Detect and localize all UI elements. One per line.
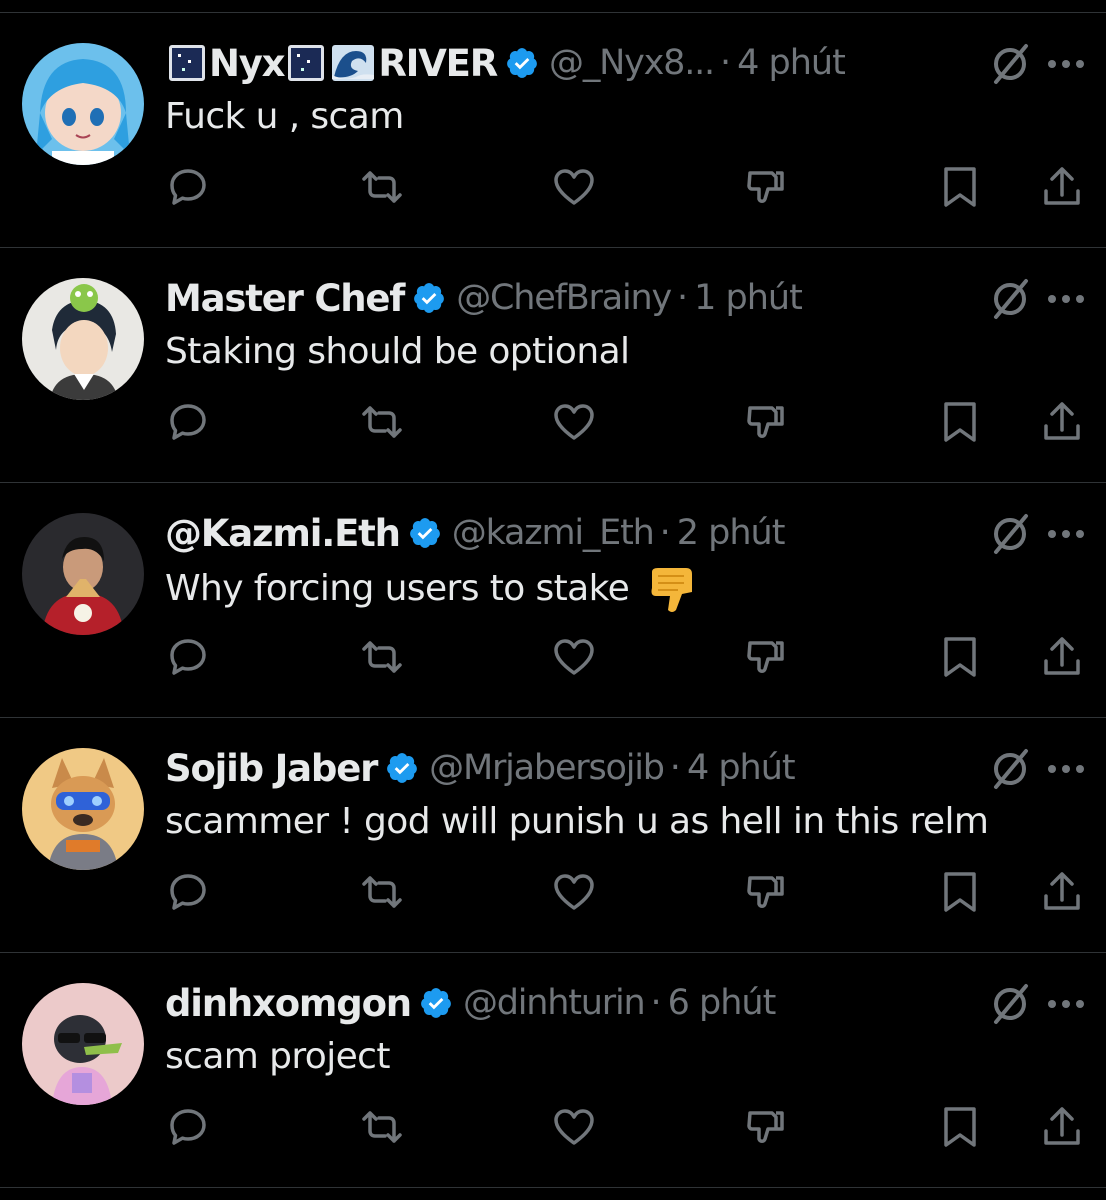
verified-badge-icon: [409, 518, 440, 548]
tweet-text: Why forcing users to stake: [165, 566, 704, 614]
verified-badge-icon: [507, 48, 537, 78]
action-bar: [0, 870, 1106, 914]
handle[interactable]: @Mrjabersojib: [429, 748, 665, 788]
dislike-icon[interactable]: [744, 870, 788, 914]
tweet-text: Fuck u , scam: [165, 96, 404, 137]
grok-icon[interactable]: [988, 277, 1032, 321]
tweet[interactable]: dinhxomgon @dinhturin · 6 phút scam proj…: [0, 953, 1106, 1188]
display-name[interactable]: @Kazmi.Eth: [165, 512, 401, 555]
repost-icon[interactable]: [360, 870, 404, 914]
avatar[interactable]: [22, 513, 144, 635]
handle[interactable]: @dinhturin: [463, 983, 646, 1023]
reply-feed: Nyx RIVER @_Nyx8... · 4 phút Fuck u , sc…: [0, 0, 1106, 1200]
tweet-header: Sojib Jaber @Mrjabersojib · 4 phút: [165, 745, 1086, 791]
avatar[interactable]: [22, 748, 144, 870]
bookmark-icon[interactable]: [938, 165, 982, 209]
verified-badge-icon: [421, 988, 451, 1018]
thumbs-down-emoji: [651, 568, 692, 612]
verified-badge-icon: [387, 753, 418, 783]
tweet[interactable]: Nyx RIVER @_Nyx8... · 4 phút Fuck u , sc…: [0, 13, 1106, 248]
share-icon[interactable]: [1040, 870, 1084, 914]
bookmark-icon[interactable]: [938, 635, 982, 679]
share-icon[interactable]: [1040, 165, 1084, 209]
repost-icon[interactable]: [360, 165, 404, 209]
action-bar: [0, 400, 1106, 444]
handle[interactable]: @ChefBrainy: [456, 278, 672, 318]
tweet[interactable]: @Kazmi.Eth @kazmi_Eth · 2 phút Why forci…: [0, 483, 1106, 718]
bookmark-icon[interactable]: [938, 400, 982, 444]
share-icon[interactable]: [1040, 1105, 1084, 1149]
display-name[interactable]: Nyx: [209, 42, 286, 85]
action-bar: [0, 1105, 1106, 1149]
action-bar: [0, 635, 1106, 679]
dislike-icon[interactable]: [744, 400, 788, 444]
tweet[interactable]: Master Chef @ChefBrainy · 1 phút Staking…: [0, 248, 1106, 483]
handle[interactable]: @_Nyx8...: [549, 43, 715, 83]
like-icon[interactable]: [552, 635, 596, 679]
separator: ·: [650, 983, 662, 1023]
separator: ·: [676, 278, 689, 318]
like-icon[interactable]: [552, 1105, 596, 1149]
display-name[interactable]: Sojib Jaber: [165, 747, 378, 790]
display-name[interactable]: Master Chef: [165, 277, 405, 320]
grok-icon[interactable]: [988, 512, 1032, 556]
tweet-header: Nyx RIVER @_Nyx8... · 4 phút: [165, 40, 1086, 86]
dislike-icon[interactable]: [744, 165, 788, 209]
avatar[interactable]: [22, 43, 144, 165]
repost-icon[interactable]: [360, 400, 404, 444]
reply-icon[interactable]: [166, 1105, 210, 1149]
reply-icon[interactable]: [166, 870, 210, 914]
grok-icon[interactable]: [988, 982, 1032, 1026]
like-icon[interactable]: [552, 870, 596, 914]
grok-icon[interactable]: [988, 42, 1032, 86]
reply-icon[interactable]: [166, 165, 210, 209]
night-sky-emoji: [288, 45, 325, 81]
display-name-suffix[interactable]: RIVER: [378, 42, 498, 85]
timestamp[interactable]: 2 phút: [677, 513, 786, 553]
timestamp[interactable]: 4 phút: [737, 43, 846, 83]
like-icon[interactable]: [552, 400, 596, 444]
share-icon[interactable]: [1040, 635, 1084, 679]
more-options-icon[interactable]: [1046, 293, 1086, 305]
tweet-header: dinhxomgon @dinhturin · 6 phút: [165, 980, 1086, 1026]
more-options-icon[interactable]: [1046, 528, 1086, 540]
more-options-icon[interactable]: [1046, 58, 1086, 70]
avatar[interactable]: [22, 983, 144, 1105]
grok-icon[interactable]: [988, 747, 1032, 791]
separator: ·: [659, 513, 671, 553]
share-icon[interactable]: [1040, 400, 1084, 444]
wave-emoji: [332, 45, 375, 81]
avatar[interactable]: [22, 278, 144, 400]
tweet-text: scam project: [165, 1036, 390, 1077]
dislike-icon[interactable]: [744, 1105, 788, 1149]
tweet-text-body: Why forcing users to stake: [165, 568, 630, 609]
tweet-header: Master Chef @ChefBrainy · 1 phút: [165, 275, 1086, 321]
more-options-icon[interactable]: [1046, 998, 1086, 1010]
reply-icon[interactable]: [166, 635, 210, 679]
tweet-header: @Kazmi.Eth @kazmi_Eth · 2 phút: [165, 510, 1086, 556]
verified-badge-icon: [414, 283, 445, 313]
repost-icon[interactable]: [360, 635, 404, 679]
display-name[interactable]: dinhxomgon: [165, 982, 412, 1025]
bookmark-icon[interactable]: [938, 1105, 982, 1149]
bookmark-icon[interactable]: [938, 870, 982, 914]
dislike-icon[interactable]: [744, 635, 788, 679]
separator: ·: [719, 43, 732, 83]
action-bar: [0, 165, 1106, 209]
night-sky-emoji: [169, 45, 205, 81]
more-options-icon[interactable]: [1046, 763, 1086, 775]
timestamp[interactable]: 4 phút: [687, 748, 796, 788]
tweet-text: scammer ! god will punish u as hell in t…: [165, 801, 989, 842]
repost-icon[interactable]: [360, 1105, 404, 1149]
handle[interactable]: @kazmi_Eth: [452, 513, 655, 553]
timestamp[interactable]: 1 phút: [694, 278, 803, 318]
tweet-text: Staking should be optional: [165, 331, 630, 372]
reply-icon[interactable]: [166, 400, 210, 444]
tweet[interactable]: Sojib Jaber @Mrjabersojib · 4 phút scamm…: [0, 718, 1106, 953]
timestamp[interactable]: 6 phút: [668, 983, 777, 1023]
separator: ·: [669, 748, 681, 788]
like-icon[interactable]: [552, 165, 596, 209]
